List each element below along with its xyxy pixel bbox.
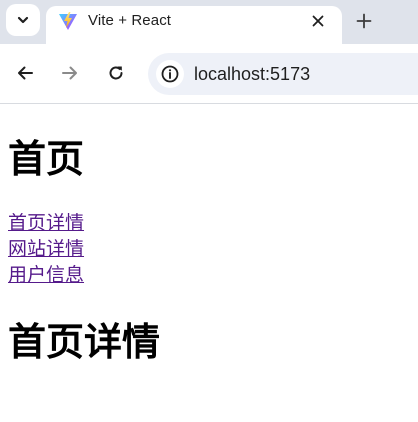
tab-strip: Vite + React <box>0 0 418 44</box>
vite-logo-icon <box>59 12 77 30</box>
address-bar[interactable]: localhost:5173 <box>148 53 418 95</box>
tab-title: Vite + React <box>88 12 172 29</box>
plus-icon <box>356 13 372 29</box>
url-text[interactable]: localhost:5173 <box>194 64 310 85</box>
section-heading: 首页详情 <box>8 319 161 364</box>
forward-arrow-icon <box>62 66 77 80</box>
link-user-info[interactable]: 用户信息 <box>8 262 84 288</box>
link-site-details[interactable]: 网站详情 <box>8 236 84 262</box>
close-icon <box>312 15 324 27</box>
info-icon <box>161 65 179 83</box>
reload-icon <box>109 66 123 80</box>
nav-links: 首页详情 网站详情 用户信息 <box>8 210 84 288</box>
link-home-details[interactable]: 首页详情 <box>8 210 84 236</box>
reload-button[interactable] <box>104 61 128 85</box>
close-tab-button[interactable] <box>308 11 328 31</box>
back-arrow-icon <box>18 66 33 80</box>
forward-button[interactable] <box>58 61 82 85</box>
new-tab-button[interactable] <box>352 9 376 33</box>
chevron-down-icon <box>17 16 29 24</box>
back-button[interactable] <box>13 61 37 85</box>
page-title: 首页 <box>8 136 85 181</box>
browser-tab[interactable]: Vite + React <box>46 6 342 44</box>
site-info-button[interactable] <box>156 60 184 88</box>
tab-search-button[interactable] <box>6 4 40 36</box>
browser-toolbar: localhost:5173 <box>0 44 418 104</box>
